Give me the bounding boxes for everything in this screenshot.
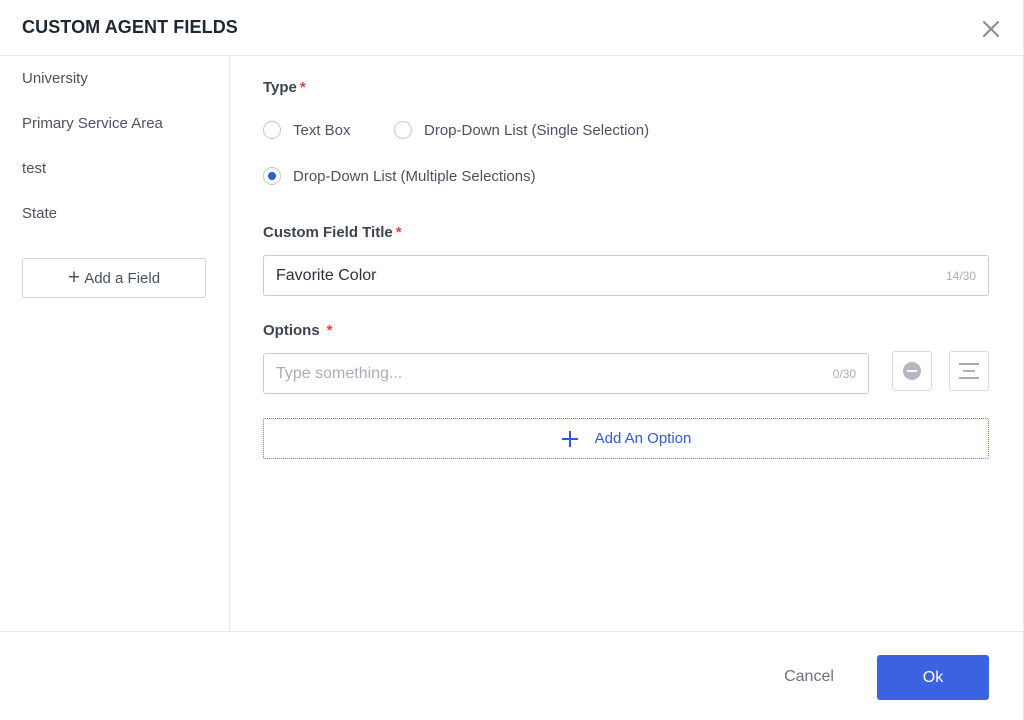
title-char-counter: 14/30 [945, 269, 976, 283]
sidebar-item-primary-service-area[interactable]: Primary Service Area [22, 115, 163, 132]
radio-circle[interactable] [263, 121, 281, 139]
add-field-label: Add a Field [84, 269, 161, 287]
ok-button[interactable]: Ok [877, 655, 989, 700]
minus-circle-icon [903, 362, 921, 380]
field-editor: Type * Text Box Drop-Down List (Single Se… [230, 56, 1024, 631]
radio-drop-down-single[interactable]: Drop-Down List (Single Selection) [394, 121, 649, 139]
dialog-header: CUSTOM AGENT FIELDS [0, 0, 1024, 56]
required-marker: * [299, 79, 306, 96]
dialog-footer: Cancel Ok [0, 631, 1024, 720]
option-input-wrapper: 0/30 [263, 353, 869, 394]
sidebar-item-state[interactable]: State [22, 205, 57, 222]
field-list-sidebar: University Primary Service Area test Sta… [0, 56, 230, 631]
custom-field-title-input-wrapper: 14/30 [263, 255, 989, 296]
custom-agent-fields-dialog: CUSTOM AGENT FIELDS University Primary S… [0, 0, 1024, 720]
radio-label: Text Box [293, 121, 351, 139]
close-icon [982, 20, 1000, 38]
radio-label: Drop-Down List (Single Selection) [424, 121, 650, 139]
drag-option-handle[interactable] [949, 351, 989, 391]
required-marker: * [395, 224, 402, 241]
radio-circle-selected[interactable] [263, 167, 281, 185]
option-input[interactable] [264, 354, 868, 393]
radio-circle[interactable] [394, 121, 412, 139]
drag-handle-icon [959, 363, 979, 379]
add-option-label: Add An Option [594, 430, 692, 447]
type-label: Type * [263, 79, 306, 96]
radio-label: Drop-Down List (Multiple Selections) [293, 167, 536, 185]
custom-field-title-input[interactable] [264, 256, 988, 295]
radio-drop-down-multiple[interactable]: Drop-Down List (Multiple Selections) [263, 167, 536, 185]
required-marker: * [326, 322, 333, 339]
cancel-button[interactable]: Cancel [769, 663, 849, 691]
add-field-button[interactable]: + Add a Field [22, 258, 206, 298]
dialog-title: CUSTOM AGENT FIELDS [22, 17, 238, 37]
custom-field-title-label: Custom Field Title * [263, 224, 402, 241]
sidebar-item-university[interactable]: University [22, 70, 88, 87]
add-option-button[interactable]: Add An Option [263, 418, 989, 459]
sidebar-item-test[interactable]: test [22, 160, 46, 177]
radio-text-box[interactable]: Text Box [263, 121, 351, 139]
plus-icon [561, 430, 578, 447]
option-char-counter: 0/30 [832, 367, 856, 381]
close-button[interactable] [978, 16, 1004, 42]
plus-icon: + [67, 265, 81, 289]
options-label: Options * [263, 322, 333, 339]
remove-option-button[interactable] [892, 351, 932, 391]
